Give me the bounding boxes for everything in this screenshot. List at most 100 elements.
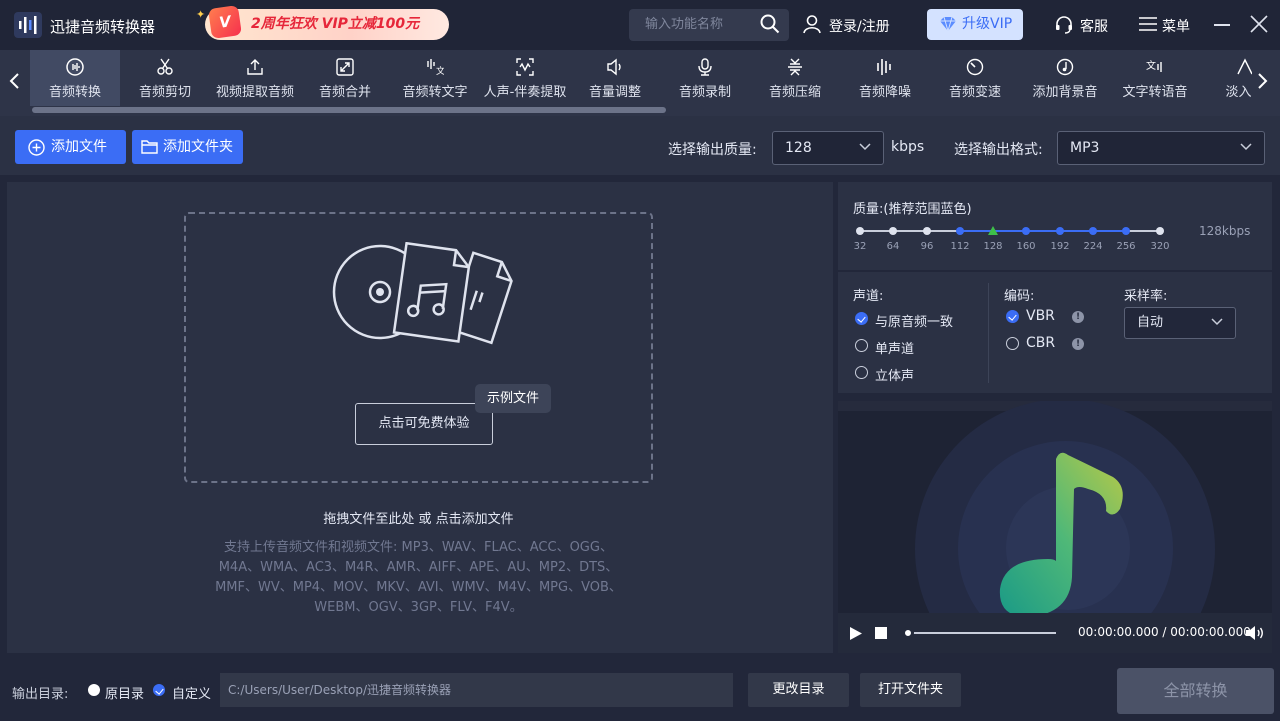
samplerate-select[interactable]: 自动	[1124, 307, 1236, 339]
channel-mono-label[interactable]: 单声道	[875, 338, 914, 357]
tool-audio-speed[interactable]: 音频变速	[930, 50, 1020, 106]
tool-video-extract-audio[interactable]: 视频提取音频	[210, 50, 300, 106]
quality-tick: 112	[950, 241, 970, 252]
headset-icon[interactable]	[1054, 15, 1074, 35]
quality-stop[interactable]	[1056, 227, 1064, 235]
background-music-icon	[1056, 58, 1074, 76]
svg-text:文: 文	[436, 65, 444, 76]
promo-vip-badge: V	[208, 5, 242, 39]
audio-to-text-icon: 文	[427, 59, 444, 76]
chevron-down-icon	[1240, 143, 1252, 151]
quality-stop[interactable]	[1122, 227, 1130, 235]
play-icon[interactable]	[849, 626, 863, 641]
tool-audio-record[interactable]: 音频录制	[660, 50, 750, 106]
speaker-icon[interactable]	[1245, 625, 1265, 641]
quality-stop[interactable]	[856, 227, 864, 235]
convert-all-button[interactable]: 全部转换	[1117, 668, 1274, 714]
channel-stereo-label[interactable]: 立体声	[875, 365, 914, 384]
quality-current-value: 128kbps	[1199, 224, 1251, 238]
stop-icon[interactable]	[875, 627, 887, 639]
output-original-label[interactable]: 原目录	[105, 683, 144, 702]
quality-select-label: 选择输出质量:	[668, 142, 757, 158]
scissors-icon	[157, 58, 173, 75]
output-path-field[interactable]: C:/Users/User/Desktop/迅捷音频转换器	[220, 673, 733, 707]
app-logo-icon	[14, 12, 42, 38]
quality-stop[interactable]	[956, 227, 964, 235]
chevron-down-icon	[1211, 318, 1223, 326]
output-original-radio[interactable]	[88, 684, 100, 696]
quality-track-gray	[860, 230, 960, 232]
quality-tick: 192	[1050, 241, 1070, 252]
audio-files-illustration-icon	[332, 242, 513, 345]
quality-tick: 320	[1150, 241, 1170, 252]
quality-track-gray	[1126, 230, 1160, 232]
close-icon[interactable]	[1250, 15, 1268, 33]
tool-audio-convert[interactable]: 音频转换	[30, 50, 120, 106]
output-custom-label[interactable]: 自定义	[172, 683, 211, 702]
search-icon[interactable]	[760, 14, 780, 34]
tool-audio-cut[interactable]: 音频剪切	[120, 50, 210, 106]
login-register-link[interactable]: 登录/注册	[829, 16, 890, 36]
tool-audio-compress[interactable]: 音频压缩	[750, 50, 840, 106]
encoding-vbr-label[interactable]: VBR	[1026, 308, 1055, 324]
supported-formats-text: 支持上传音频文件和视频文件: MP3、WAV、FLAC、ACC、OGG、 M4A…	[215, 540, 622, 615]
channel-original-radio[interactable]	[855, 312, 868, 325]
quality-stop[interactable]	[889, 227, 897, 235]
free-trial-sample-button[interactable]: 点击可免费体验	[355, 403, 493, 445]
quality-stop[interactable]	[1022, 227, 1030, 235]
quality-stop[interactable]	[1089, 227, 1097, 235]
chevron-down-icon	[859, 143, 871, 151]
promo-banner[interactable]: 2周年狂欢 VIP立减100元	[205, 9, 449, 40]
svg-text:文: 文	[1146, 59, 1156, 72]
channel-stereo-radio[interactable]	[855, 366, 868, 379]
tool-audio-denoise[interactable]: 音频降噪	[840, 50, 930, 106]
minimize-button[interactable]	[1214, 24, 1230, 26]
microphone-icon	[698, 58, 712, 76]
tool-audio-to-text[interactable]: 文 音频转文字	[390, 50, 480, 106]
quality-stop[interactable]	[923, 227, 931, 235]
merge-icon	[336, 58, 354, 76]
encoding-vbr-radio[interactable]	[1006, 310, 1019, 323]
quality-tick: 64	[886, 241, 900, 252]
tool-volume-adjust[interactable]: 音量调整	[570, 50, 660, 106]
change-directory-button[interactable]: 更改目录	[748, 673, 849, 707]
music-note-icon	[999, 452, 1123, 617]
encoding-cbr-label[interactable]: CBR	[1026, 335, 1055, 351]
audio-preview: 00:00:00.000 / 00:00:00.000	[838, 401, 1272, 653]
speed-icon	[966, 58, 984, 76]
quality-select[interactable]: 128	[772, 131, 884, 165]
vbr-info-icon[interactable]: !	[1072, 311, 1084, 323]
playback-progress-handle[interactable]	[902, 627, 914, 639]
toolbar-scrollbar[interactable]	[32, 107, 666, 113]
encoding-cbr-radio[interactable]	[1006, 337, 1019, 350]
tool-audio-merge[interactable]: 音频合并	[300, 50, 390, 106]
upload-icon	[247, 59, 263, 75]
quality-tick: 32	[853, 241, 867, 252]
folder-icon	[141, 140, 158, 154]
cbr-info-icon[interactable]: !	[1072, 338, 1084, 350]
channel-label: 声道:	[853, 289, 884, 304]
channel-mono-radio[interactable]	[855, 339, 868, 352]
menu-link[interactable]: 菜单	[1162, 16, 1190, 36]
tool-text-to-speech[interactable]: 文 文字转语音	[1110, 50, 1200, 106]
customer-service-link[interactable]: 客服	[1080, 16, 1108, 36]
text-to-speech-icon: 文	[1146, 59, 1162, 72]
output-custom-radio[interactable]	[153, 684, 165, 696]
chevron-left-icon[interactable]	[8, 72, 20, 90]
quality-tick: 96	[920, 241, 934, 252]
tool-add-background-music[interactable]: 添加背景音	[1020, 50, 1110, 106]
playback-progress-track[interactable]	[904, 632, 1056, 634]
drop-hint-text: 拖拽文件至此处 或 点击添加文件	[323, 512, 514, 527]
tool-vocal-extract[interactable]: 人声-伴奏提取	[480, 50, 570, 106]
quality-track-recommended	[960, 230, 1126, 232]
open-folder-button[interactable]: 打开文件夹	[860, 673, 961, 707]
quality-stop[interactable]	[1156, 227, 1164, 235]
audio-convert-icon	[66, 58, 84, 76]
channel-original-label[interactable]: 与原音频一致	[875, 311, 953, 330]
menu-icon[interactable]	[1139, 16, 1157, 32]
format-select[interactable]: MP3	[1057, 131, 1265, 165]
quality-selected-marker[interactable]	[988, 226, 998, 235]
chevron-right-icon[interactable]	[1257, 72, 1269, 90]
user-icon[interactable]	[802, 14, 822, 34]
quality-tick: 224	[1083, 241, 1103, 252]
